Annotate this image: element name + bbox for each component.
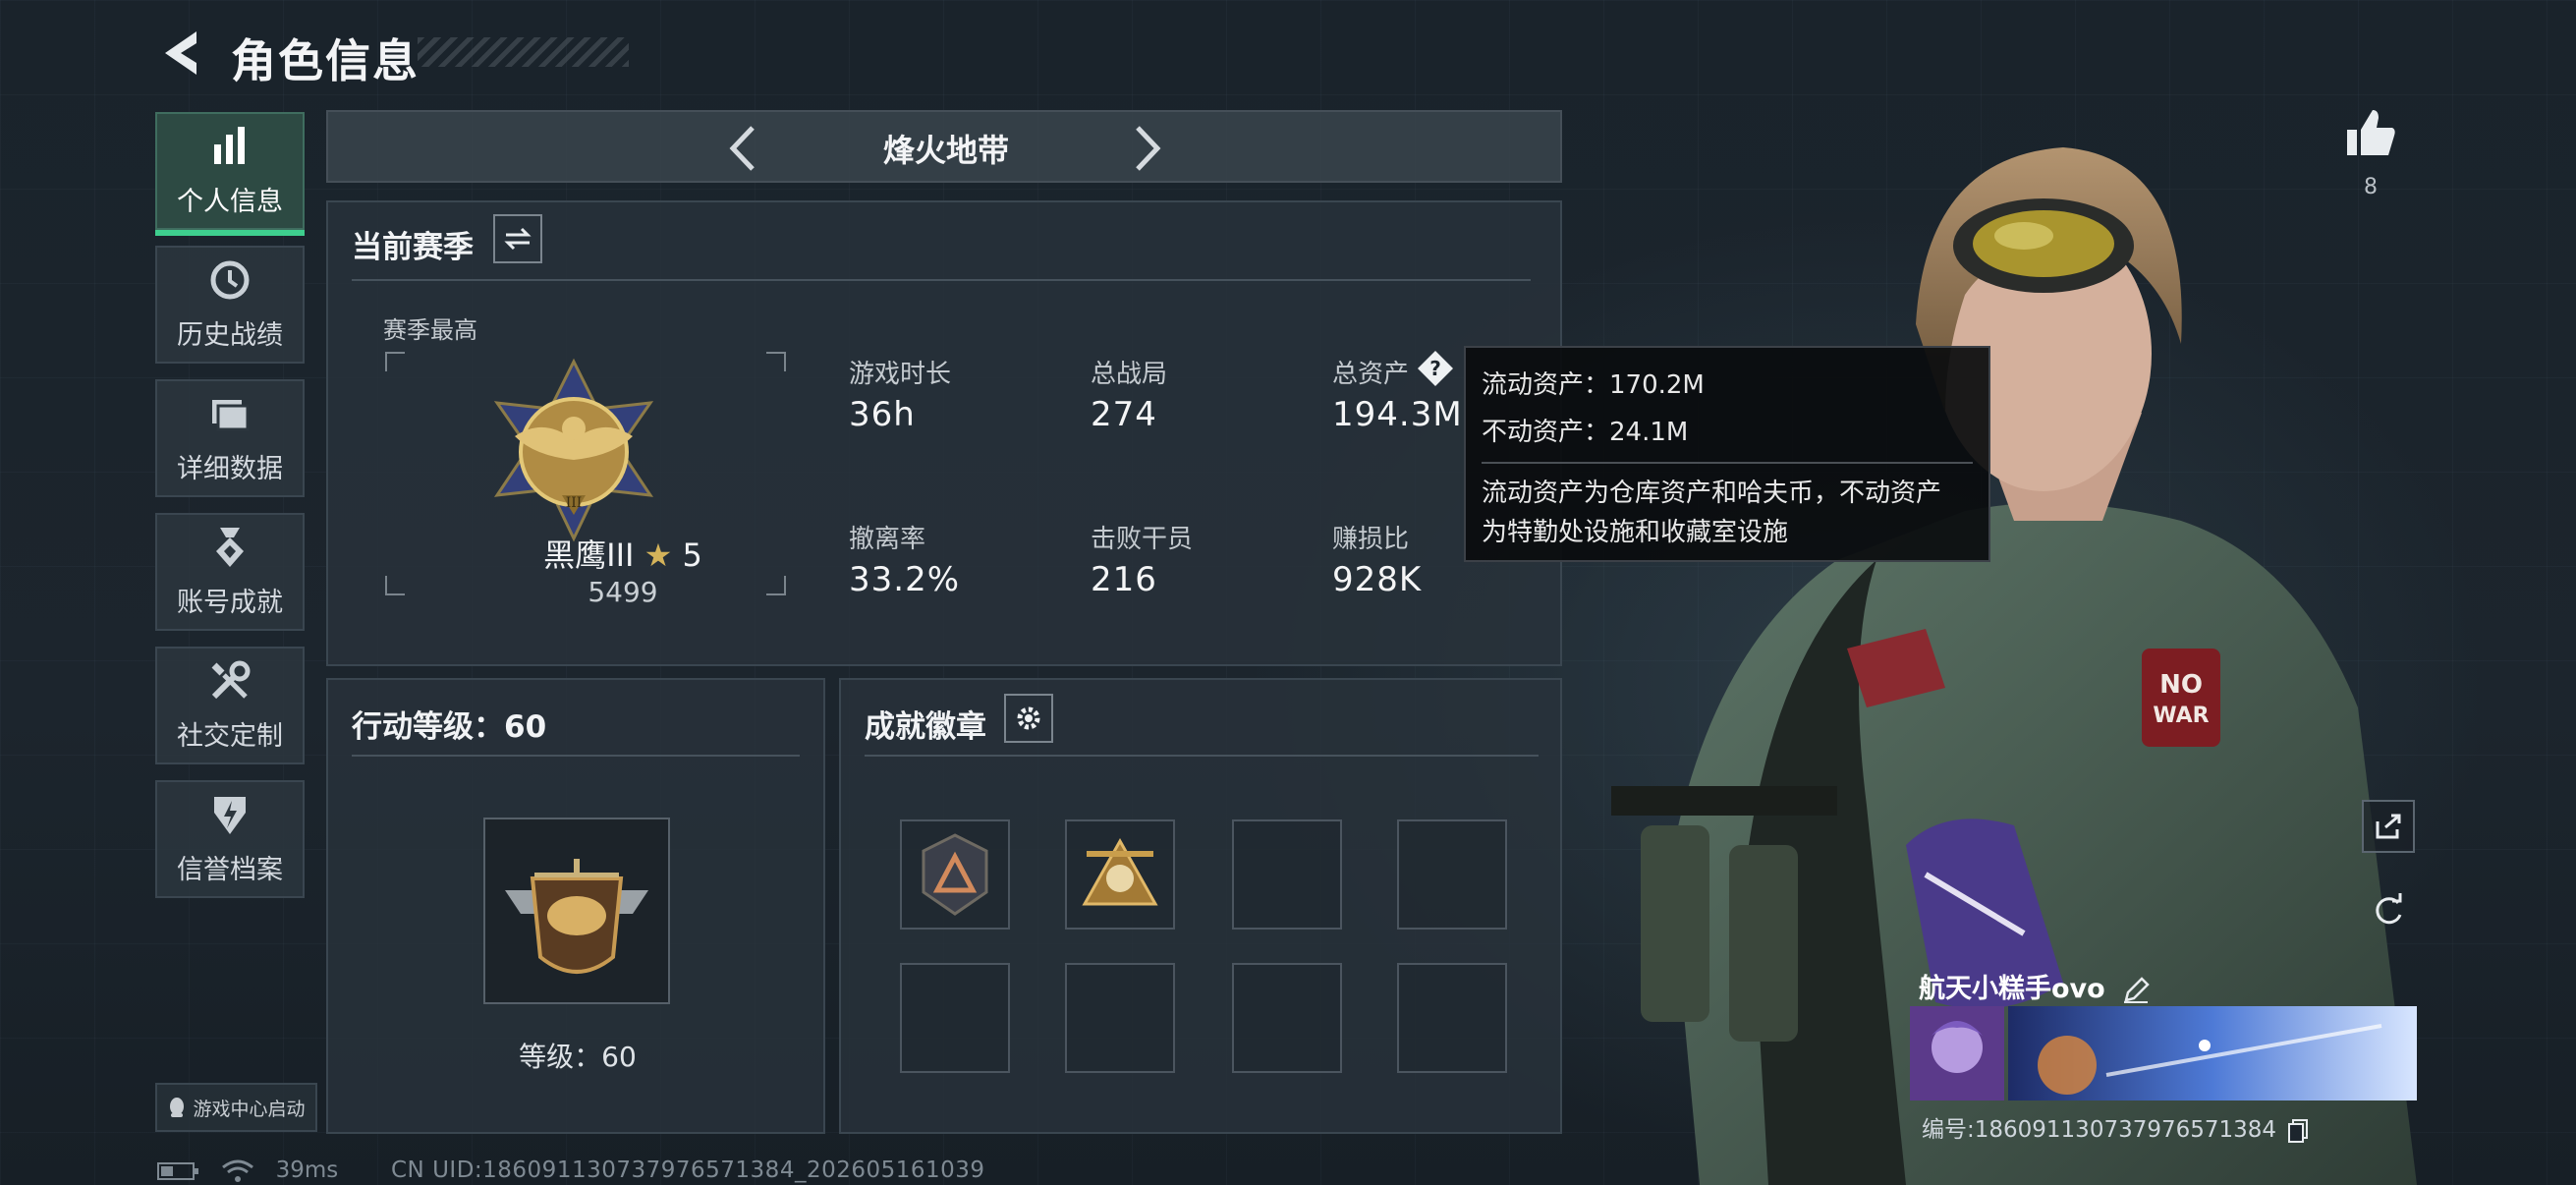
medal-icon xyxy=(216,528,244,567)
triangle-badge-icon xyxy=(922,833,988,916)
rank-name-row: 黑鹰III ★ 5 xyxy=(476,531,770,576)
ping-value: 39ms xyxy=(275,1157,339,1183)
badge-slot-empty[interactable] xyxy=(1397,963,1507,1073)
tools-icon xyxy=(211,660,251,700)
sidebar-item-label: 社交定制 xyxy=(177,721,283,752)
share-button[interactable] xyxy=(2362,800,2415,853)
svg-text:?: ? xyxy=(1429,357,1441,380)
badge-slot-empty[interactable] xyxy=(1065,963,1175,1073)
skull-badge-icon xyxy=(1082,837,1158,906)
shield-bolt-icon xyxy=(214,797,246,834)
sidebar-item-personal-info[interactable]: 个人信息 xyxy=(155,112,305,236)
badge-slot-empty[interactable] xyxy=(1232,819,1342,930)
player-uid-row: 编号:186091130737976571384 xyxy=(1922,1110,2309,1144)
swap-icon xyxy=(504,227,532,251)
stat-kills-label: 击败干员 xyxy=(1091,525,1194,554)
next-mode-icon[interactable] xyxy=(1132,124,1165,173)
stat-profit-ratio-value: 928K xyxy=(1332,560,1423,599)
history-clock-icon xyxy=(210,260,250,300)
star-icon: ★ xyxy=(644,536,673,574)
liquid-assets-text: 流动资产：170.2M xyxy=(1482,370,1705,400)
sidebar-item-detailed-data[interactable]: 详细数据 xyxy=(155,379,305,497)
stat-play-time-value: 36h xyxy=(849,395,916,434)
battery-icon xyxy=(157,1161,198,1180)
level-label: 等级：60 xyxy=(519,1041,637,1073)
sidebar-item-label: 信誉档案 xyxy=(177,855,283,885)
player-card-banner xyxy=(1910,1006,2417,1100)
tooltip-desc-line2: 为特勤处设施和收藏室设施 xyxy=(1482,518,1789,547)
sidebar-item-label: 个人信息 xyxy=(177,187,283,217)
mode-name: 烽火地带 xyxy=(882,132,1009,169)
sidebar-item-history[interactable]: 历史战绩 xyxy=(155,246,305,364)
switch-season-button[interactable] xyxy=(493,214,542,263)
status-bar: 39ms xyxy=(157,1157,338,1184)
uid-footer: CN UID:186091130737976571384_20260516103… xyxy=(391,1157,985,1183)
achievement-title: 成就徽章 xyxy=(865,709,986,745)
sidebar-item-achievements[interactable]: 账号成就 xyxy=(155,513,305,631)
game-center-launch-button[interactable]: 游戏中心启动 xyxy=(155,1083,317,1132)
stat-play-time-label: 游戏时长 xyxy=(849,360,952,389)
badge-settings-button[interactable] xyxy=(1004,694,1053,743)
badge-slot-empty[interactable] xyxy=(1232,963,1342,1073)
stat-total-matches-label: 总战局 xyxy=(1091,360,1168,389)
svg-text:WAR: WAR xyxy=(2153,704,2209,728)
sidebar-item-social[interactable]: 社交定制 xyxy=(155,647,305,764)
wifi-icon xyxy=(222,1159,254,1182)
action-level-title: 行动等级：60 xyxy=(352,709,547,745)
gear-icon xyxy=(1017,706,1040,730)
sidebar-item-credit[interactable]: 信誉档案 xyxy=(155,780,305,898)
stat-total-matches-value: 274 xyxy=(1091,395,1157,434)
asset-help-icon[interactable]: ? xyxy=(1417,350,1454,387)
badge-slot-empty[interactable] xyxy=(1397,819,1507,930)
sidebar-item-label: 历史战绩 xyxy=(177,320,283,351)
edit-pencil-icon[interactable] xyxy=(2122,976,2150,1004)
stat-total-assets-value: 194.3M xyxy=(1332,395,1463,434)
badge-slot[interactable] xyxy=(900,819,1010,930)
stat-profit-ratio-label: 赚损比 xyxy=(1332,525,1410,554)
sidebar-item-label: 账号成就 xyxy=(177,588,283,618)
fixed-assets-text: 不动资产：24.1M xyxy=(1482,418,1689,447)
rank-name: 黑鹰III xyxy=(543,536,635,574)
player-name: 航天小糕手ovo xyxy=(1919,967,2150,1005)
refresh-icon xyxy=(2376,893,2402,925)
rank-score: 5499 xyxy=(588,576,658,608)
back-arrow-icon[interactable] xyxy=(157,28,204,79)
thumbs-up-icon[interactable] xyxy=(2343,106,2398,161)
svg-text:NO: NO xyxy=(2159,670,2203,700)
current-season-panel: 当前赛季 赛季最高 III 黑鹰III ★ 5 5499 游戏时长 36h 总战… xyxy=(326,200,1562,666)
badge-slot[interactable] xyxy=(1065,819,1175,930)
level-emblem-frame xyxy=(483,818,670,1004)
stat-kills-value: 216 xyxy=(1091,560,1157,599)
season-title: 当前赛季 xyxy=(352,230,474,265)
stat-extract-rate-value: 33.2% xyxy=(849,560,961,599)
tooltip-desc-line1: 流动资产为仓库资产和哈夫币，不动资产 xyxy=(1482,479,1942,508)
svg-text:III: III xyxy=(566,495,583,511)
title-decoration xyxy=(418,37,629,67)
share-icon xyxy=(2376,814,2401,839)
page-title: 角色信息 xyxy=(231,34,420,87)
asset-tooltip: 流动资产：170.2M 不动资产：24.1M 流动资产为仓库资产和哈夫币，不动资… xyxy=(1464,346,1990,562)
rank-emblem-icon: III xyxy=(493,358,654,542)
rank-stars: 5 xyxy=(682,536,702,574)
season-best-label: 赛季最高 xyxy=(383,316,477,344)
helicopter-emblem-icon xyxy=(505,859,648,974)
achievement-badges-panel: 成就徽章 xyxy=(839,678,1562,1134)
copy-icon[interactable] xyxy=(2287,1118,2309,1144)
mode-selector: 烽火地带 xyxy=(326,110,1562,183)
bar-chart-icon xyxy=(214,127,245,164)
stat-extract-rate-label: 撤离率 xyxy=(849,525,926,554)
refresh-button[interactable] xyxy=(2362,884,2415,937)
badge-slot-empty[interactable] xyxy=(900,963,1010,1073)
sidebar-item-label: 详细数据 xyxy=(177,454,283,484)
folder-icon xyxy=(212,400,250,431)
qq-icon xyxy=(170,1098,185,1117)
like-count: 8 xyxy=(2364,175,2378,199)
action-level-panel: 行动等级：60 等级：60 xyxy=(326,678,825,1134)
stat-total-assets-label: 总资产 xyxy=(1332,360,1410,389)
